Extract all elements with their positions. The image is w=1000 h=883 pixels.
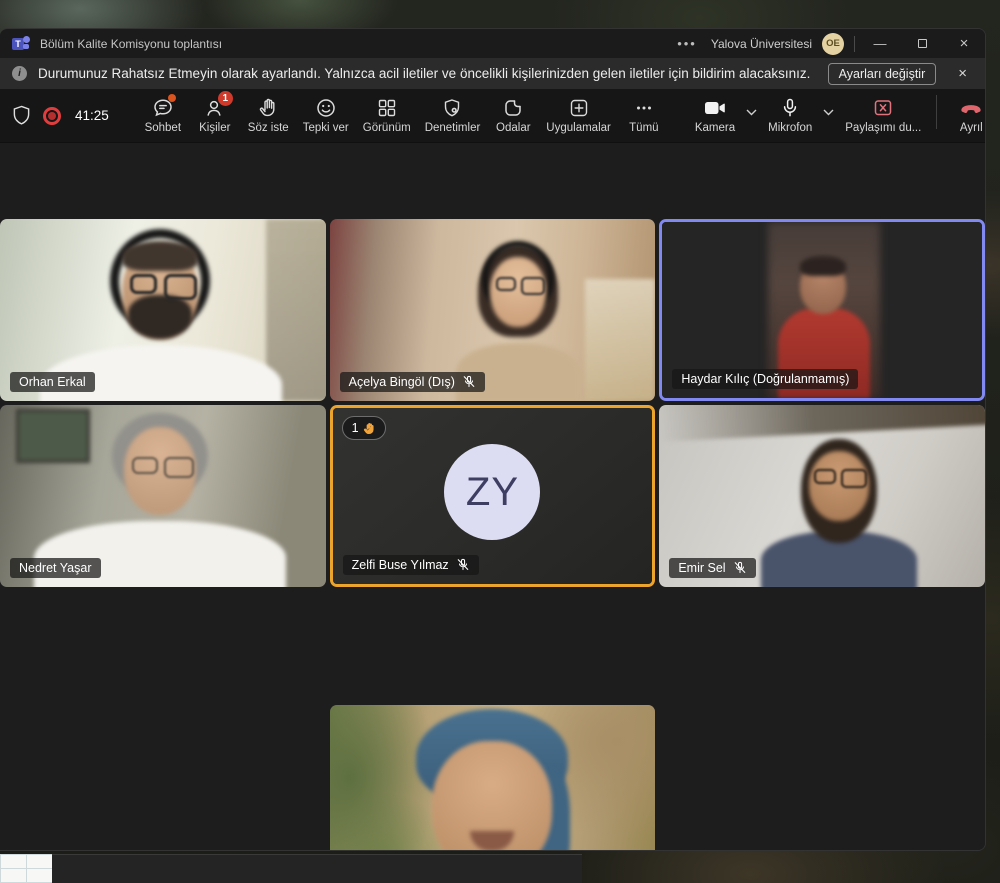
user-avatar[interactable]: OE <box>822 33 844 55</box>
teams-icon: T <box>12 36 30 52</box>
video-tile[interactable]: Nedret Yaşar <box>0 405 326 587</box>
title-bar: T Bölüm Kalite Komisyonu toplantısı ••• … <box>0 29 985 58</box>
maximize-button[interactable] <box>901 29 943 58</box>
leave-button[interactable]: Ayrıl <box>945 93 986 138</box>
people-badge: 1 <box>218 91 233 106</box>
background-spreadsheet-window[interactable] <box>0 854 52 883</box>
shield-gear-icon <box>441 97 463 119</box>
raise-hand-icon <box>257 97 279 119</box>
view-button[interactable]: Görünüm <box>356 93 418 138</box>
security-shield-icon <box>12 105 31 126</box>
people-button[interactable]: 1 Kişiler <box>189 93 241 138</box>
participant-name-label: Açelya Bingöl (Dış) <box>340 372 485 392</box>
titlebar-more-icon[interactable]: ••• <box>663 36 711 51</box>
info-icon: i <box>12 66 27 81</box>
react-button[interactable]: Tepki ver <box>296 93 356 138</box>
apps-plus-icon <box>568 97 590 119</box>
mic-icon <box>779 97 801 119</box>
raised-hand-icon <box>363 422 376 435</box>
video-grid: Orhan Erkal Açelya Bingöl (Dış) <box>0 219 985 587</box>
hang-up-icon <box>958 97 984 119</box>
meeting-timer: 41:25 <box>75 108 109 123</box>
mic-muted-icon <box>733 561 747 575</box>
chat-button[interactable]: Sohbet <box>137 93 189 138</box>
controls-button[interactable]: Denetimler <box>418 93 488 138</box>
mic-button[interactable]: Mikrofon <box>761 93 819 138</box>
video-tile-hand-raised[interactable]: ZY 1 Zelfi Buse Yılmaz <box>330 405 656 587</box>
mic-muted-icon <box>462 375 476 389</box>
participant-name-label: Orhan Erkal <box>10 372 95 392</box>
camera-button[interactable]: Kamera <box>688 93 742 138</box>
participant-name-label: Zelfi Buse Yılmaz <box>343 555 479 575</box>
recording-indicator <box>43 107 61 125</box>
stop-share-icon <box>871 97 895 119</box>
chat-notification-dot <box>168 94 176 102</box>
titlebar-divider <box>854 36 855 52</box>
toolbar-divider <box>936 95 937 129</box>
teams-meeting-window: T Bölüm Kalite Komisyonu toplantısı ••• … <box>0 28 986 851</box>
participant-name-label: Nedret Yaşar <box>10 558 101 578</box>
more-actions-button[interactable]: Tümü <box>618 93 670 138</box>
camera-chevron-icon[interactable] <box>742 93 761 131</box>
change-settings-button[interactable]: Ayarları değiştir <box>828 63 937 85</box>
video-feed <box>330 705 655 851</box>
banner-close-icon[interactable]: × <box>950 65 975 82</box>
camera-icon <box>703 97 727 119</box>
notification-banner: i Durumunuz Rahatsız Etmeyin olarak ayar… <box>0 58 985 89</box>
stop-share-button[interactable]: Paylaşımı du... <box>838 93 928 138</box>
video-tile[interactable]: Emir Sel <box>659 405 985 587</box>
meeting-title: Bölüm Kalite Komisyonu toplantısı <box>40 37 222 51</box>
meeting-toolbar: 41:25 Sohbet 1 Kişiler <box>0 89 985 143</box>
raise-hand-button[interactable]: Söz iste <box>241 93 296 138</box>
background-window[interactable] <box>52 854 582 883</box>
rooms-icon <box>502 97 524 119</box>
video-tile[interactable]: Naciye BOZDOĞAN AKBAŞ (Doğrulanmamış) <box>330 705 655 851</box>
video-stage: Orhan Erkal Açelya Bingöl (Dış) <box>0 143 985 850</box>
gallery-grid-icon <box>376 97 398 119</box>
participant-name-label: Emir Sel <box>669 558 755 578</box>
participant-name-label: Haydar Kılıç (Doğrulanmamış) <box>672 369 858 389</box>
smiley-icon <box>315 97 337 119</box>
minimize-button[interactable]: — <box>859 29 901 58</box>
video-tile-speaking[interactable]: Haydar Kılıç (Doğrulanmamış) <box>659 219 985 401</box>
rooms-button[interactable]: Odalar <box>487 93 539 138</box>
avatar-initials: ZY <box>444 444 540 540</box>
video-tile[interactable]: Orhan Erkal <box>0 219 326 401</box>
ellipsis-icon <box>633 97 655 119</box>
mic-chevron-icon[interactable] <box>819 93 838 131</box>
mic-muted-icon <box>456 558 470 572</box>
banner-text: Durumunuz Rahatsız Etmeyin olarak ayarla… <box>38 66 818 81</box>
raised-hand-badge: 1 <box>342 416 386 440</box>
close-button[interactable]: × <box>943 29 985 58</box>
org-name: Yalova Üniversitesi <box>711 37 812 51</box>
video-tile[interactable]: Açelya Bingöl (Dış) <box>330 219 656 401</box>
apps-button[interactable]: Uygulamalar <box>539 93 618 138</box>
